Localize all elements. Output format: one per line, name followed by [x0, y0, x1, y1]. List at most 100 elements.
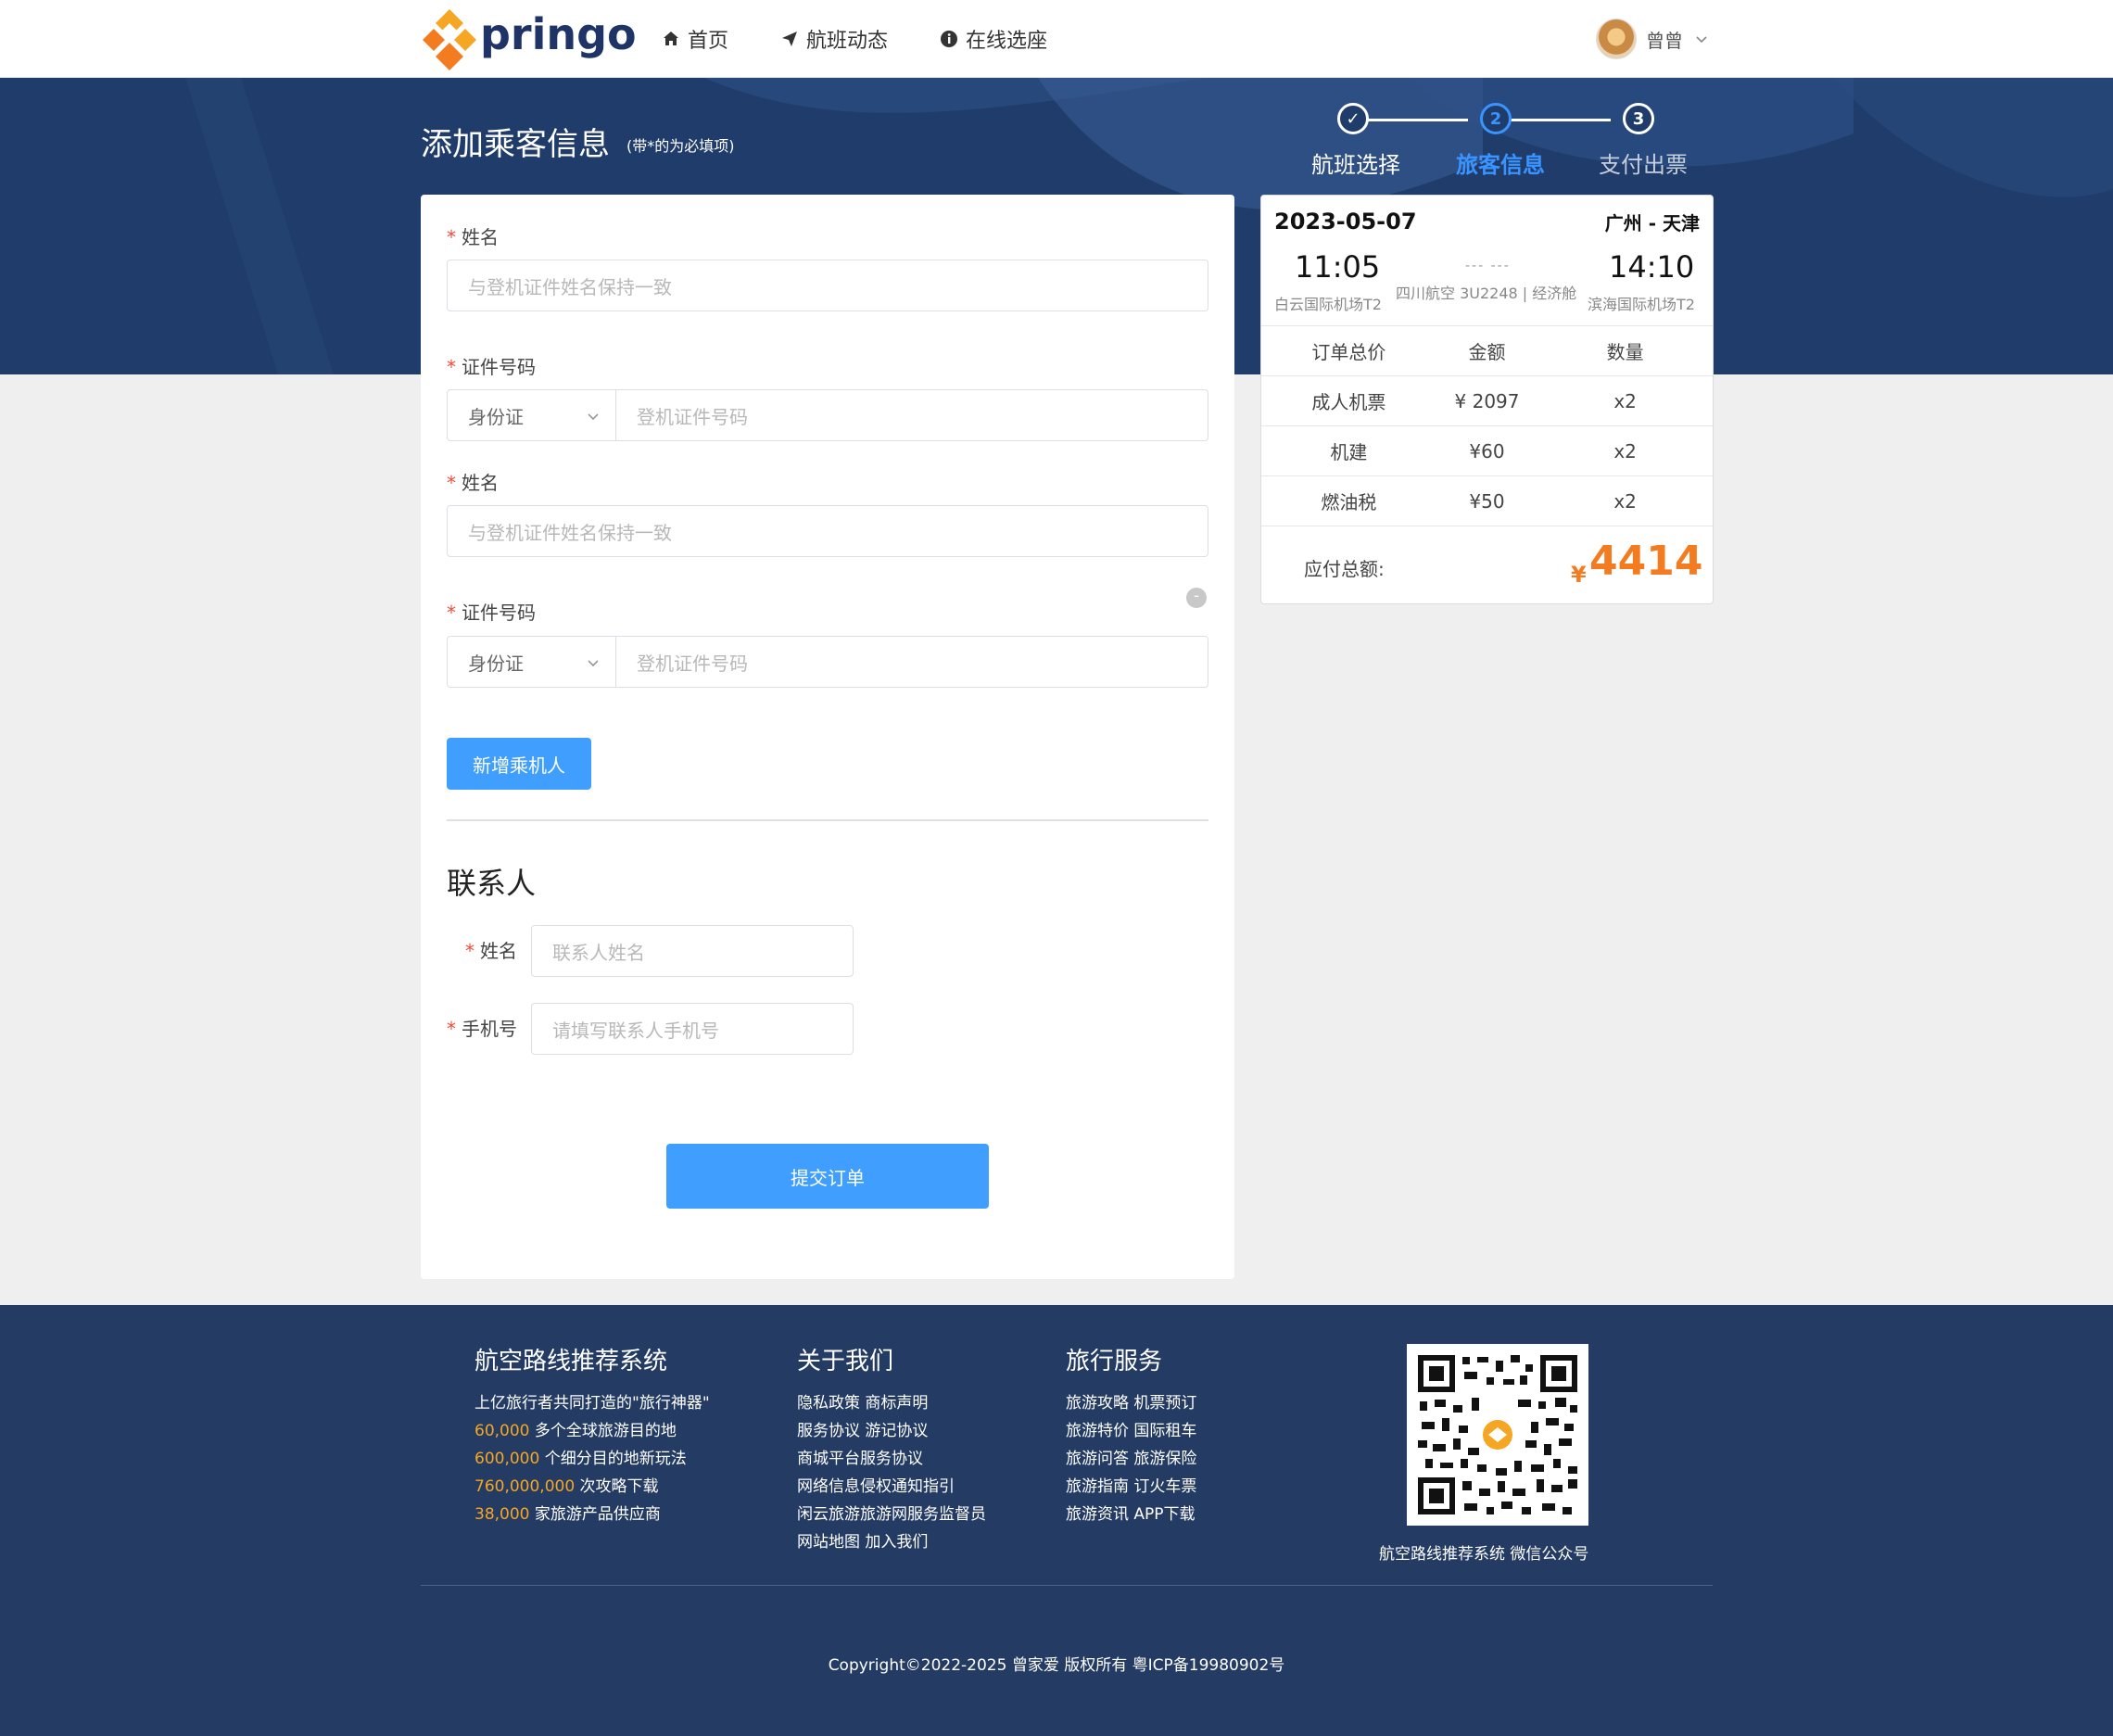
- footer-heading: 航空路线推荐系统: [474, 1348, 668, 1375]
- total-row: 应付总额: ¥ 4414: [1261, 526, 1713, 603]
- info-circle-icon: [941, 31, 958, 47]
- stat-text: 多个全球旅游目的地: [529, 1422, 677, 1440]
- required-mark: *: [447, 1018, 456, 1040]
- stat-number: 60,000: [474, 1422, 530, 1440]
- stat-number: 600,000: [474, 1450, 540, 1468]
- footer-link[interactable]: 旅游资讯 APP下载: [1066, 1501, 1196, 1528]
- passenger-1-id-type-select[interactable]: 身份证: [447, 389, 615, 441]
- price-quantity: x2: [1613, 389, 1637, 412]
- contact-phone-input[interactable]: 请填写联系人手机号: [531, 1003, 854, 1055]
- stat-text: 个细分目的地新玩法: [539, 1450, 687, 1468]
- required-mark: *: [447, 602, 456, 624]
- passenger-1-name-input[interactable]: 与登机证件姓名保持一致: [447, 260, 1208, 311]
- price-item: 成人机票: [1311, 391, 1386, 413]
- footer-column-about-us: 关于我们 隐私政策 商标声明 服务协议 游记协议 商城平台服务协议 网络信息侵权…: [797, 1342, 986, 1556]
- footer-column-about-system: 航空路线推荐系统 上亿旅行者共同打造的"旅行神器" 60,000 多个全球旅游目…: [474, 1342, 710, 1528]
- id-type-value: 身份证: [468, 652, 524, 675]
- logo[interactable]: pringo: [421, 7, 637, 72]
- total-label: 应付总额:: [1304, 558, 1385, 580]
- id-type-value: 身份证: [468, 405, 524, 428]
- footer-intro: 上亿旅行者共同打造的"旅行神器": [474, 1394, 710, 1413]
- price-table: 订单总价 金额 数量 成人机票 ¥ 2097 x2 机建 ¥60 x2 燃油税 …: [1261, 325, 1713, 526]
- footer-link[interactable]: 网站地图 加入我们: [797, 1528, 986, 1556]
- nav-label-home: 首页: [688, 30, 729, 53]
- nav-item-home[interactable]: 首页: [662, 24, 728, 54]
- remove-passenger-button[interactable]: -: [1186, 588, 1207, 608]
- footer-stat: 60,000 多个全球旅游目的地: [474, 1417, 710, 1445]
- home-icon: [664, 32, 678, 45]
- flight-info: 四川航空 3U2248 | 经济舱: [1396, 285, 1577, 302]
- flight-connector: --- ---: [1465, 259, 1511, 273]
- label-text: 手机号: [462, 1018, 517, 1040]
- page-title: 添加乘客信息: [421, 126, 610, 163]
- passenger-2-name-input[interactable]: 与登机证件姓名保持一致: [447, 505, 1208, 557]
- footer-link[interactable]: 网络信息侵权通知指引: [797, 1473, 986, 1501]
- nav-label-flight-status: 航班动态: [806, 30, 889, 53]
- price-item: 机建: [1330, 441, 1368, 463]
- price-amount: ¥ 2097: [1454, 389, 1520, 412]
- logo-text: pringo: [480, 9, 637, 59]
- wechat-qr-code: [1407, 1344, 1588, 1526]
- chevron-down-icon[interactable]: [1694, 32, 1709, 46]
- chevron-down-icon: [588, 660, 599, 667]
- avatar[interactable]: [1596, 19, 1637, 59]
- label-text: 姓名: [480, 940, 517, 962]
- label-text: 证件号码: [462, 356, 536, 378]
- label-text: 姓名: [462, 472, 499, 494]
- stat-text: 家旅游产品供应商: [529, 1505, 661, 1524]
- add-passenger-button[interactable]: 新增乘机人: [447, 738, 591, 790]
- stat-number: 38,000: [474, 1505, 530, 1524]
- contact-section-title: 联系人: [447, 866, 537, 901]
- flight-date: 2023-05-07: [1274, 209, 1417, 234]
- flight-route: 广州 - 天津: [1604, 212, 1700, 234]
- user-menu[interactable]: 曾曾: [1596, 19, 1709, 59]
- step-connector: [1353, 119, 1468, 121]
- footer-link[interactable]: 旅游指南 订火车票: [1066, 1473, 1196, 1501]
- price-table-header: 订单总价 金额 数量: [1261, 325, 1713, 375]
- footer-link[interactable]: 旅游特价 国际租车: [1066, 1417, 1196, 1445]
- column-header: 订单总价: [1311, 341, 1386, 363]
- price-item: 燃油税: [1321, 491, 1377, 513]
- required-mark: *: [447, 472, 456, 494]
- copyright-text: Copyright©2022-2025 曾家爱 版权所有 粤ICP备199809…: [828, 1656, 1285, 1675]
- footer-link[interactable]: 闲云旅游旅游网服务监督员: [797, 1501, 986, 1528]
- footer-link[interactable]: 服务协议 游记协议: [797, 1417, 986, 1445]
- passenger-2-id-type-select[interactable]: 身份证: [447, 636, 615, 688]
- step-1-check-icon: ✓: [1337, 103, 1369, 134]
- footer-stat: 38,000 家旅游产品供应商: [474, 1501, 710, 1528]
- price-amount: ¥50: [1469, 489, 1505, 513]
- nav-item-seat-selection[interactable]: 在线选座: [940, 24, 1047, 54]
- footer-link[interactable]: 旅游问答 旅游保险: [1066, 1445, 1196, 1473]
- page-subtitle: (带*的为必填项): [626, 137, 735, 155]
- footer-column-travel-services: 旅行服务 旅游攻略 机票预订 旅游特价 国际租车 旅游问答 旅游保险 旅游指南 …: [1066, 1342, 1196, 1528]
- price-amount: ¥60: [1469, 439, 1505, 463]
- footer-stat: 760,000,000 次攻略下载: [474, 1473, 710, 1501]
- footer-divider: [421, 1585, 1713, 1586]
- passenger-1-id-number-input[interactable]: 登机证件号码: [615, 389, 1208, 441]
- required-mark: *: [447, 356, 456, 378]
- top-nav-bar: pringo 首页 航班动态 在线选座 曾曾: [0, 0, 2113, 78]
- footer: 航空路线推荐系统 上亿旅行者共同打造的"旅行神器" 60,000 多个全球旅游目…: [0, 1305, 2113, 1736]
- label-text: 姓名: [462, 226, 499, 248]
- footer-link[interactable]: 旅游攻略 机票预订: [1066, 1389, 1196, 1417]
- section-divider: [447, 819, 1208, 821]
- required-mark: *: [465, 940, 474, 962]
- chevron-down-icon: [588, 413, 599, 421]
- footer-link[interactable]: 隐私政策 商标声明: [797, 1389, 986, 1417]
- submit-order-button[interactable]: 提交订单: [666, 1144, 989, 1209]
- order-summary-card: 2023-05-07 广州 - 天津 11:05 14:10 --- --- 四…: [1260, 195, 1714, 604]
- footer-link[interactable]: 商城平台服务协议: [797, 1445, 986, 1473]
- paper-plane-icon: [782, 32, 798, 46]
- qr-caption: 航空路线推荐系统 微信公众号: [1379, 1545, 1589, 1564]
- contact-name-input[interactable]: 联系人姓名: [531, 925, 854, 977]
- nav-item-flight-status[interactable]: 航班动态: [780, 24, 888, 54]
- qr-code-icon: [1407, 1344, 1588, 1526]
- passenger-2-id-number-input[interactable]: 登机证件号码: [615, 636, 1208, 688]
- nav-label-seat-selection: 在线选座: [966, 30, 1048, 53]
- table-row: 成人机票 ¥ 2097 x2: [1261, 375, 1713, 425]
- table-row: 机建 ¥60 x2: [1261, 425, 1713, 475]
- arrival-airport: 滨海国际机场T2: [1588, 296, 1695, 313]
- stat-number: 760,000,000: [474, 1477, 576, 1496]
- user-name: 曾曾: [1646, 29, 1683, 52]
- step-connector: [1496, 119, 1611, 121]
